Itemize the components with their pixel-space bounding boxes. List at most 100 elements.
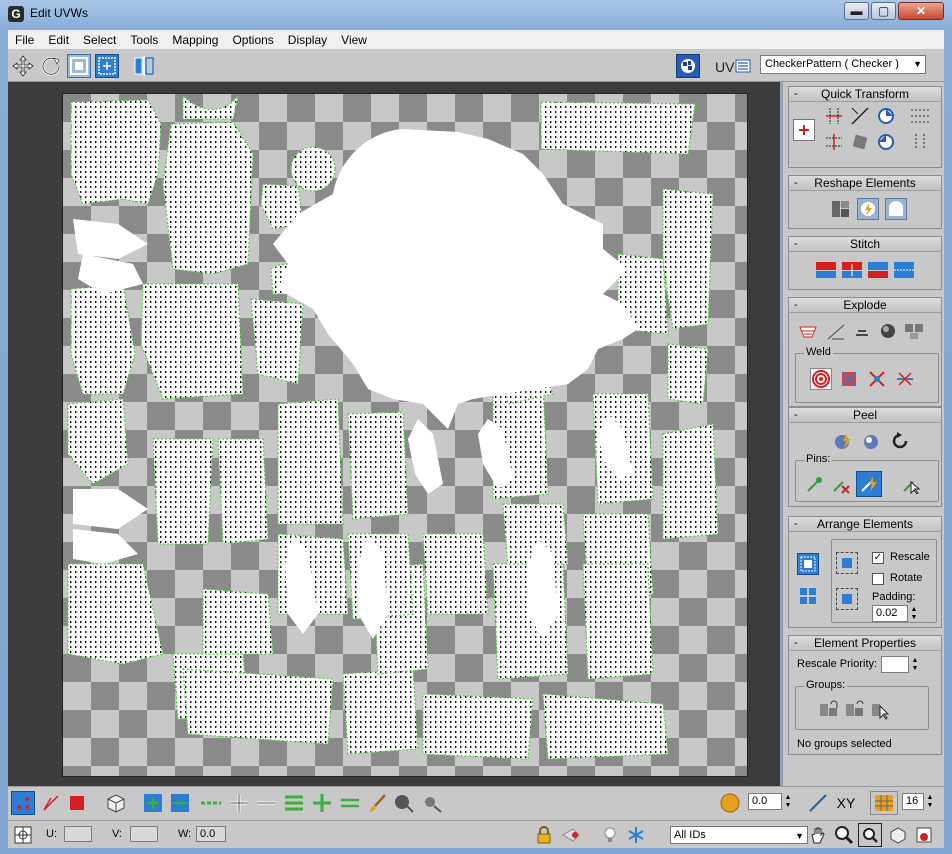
mirror-icon[interactable] <box>132 54 156 78</box>
straighten-selection-icon[interactable] <box>829 198 851 220</box>
ring-icon[interactable] <box>282 791 306 815</box>
rotate-90-cw-icon[interactable] <box>875 105 897 127</box>
texture-dropdown[interactable]: CheckerPattern ( Checker ) ▼ <box>760 55 926 74</box>
element-mode-icon[interactable] <box>104 791 128 815</box>
u-value-field[interactable] <box>64 826 92 842</box>
minimize-button[interactable]: ▬ <box>844 2 869 20</box>
scale-icon[interactable] <box>67 54 91 78</box>
grid-snap-icon[interactable] <box>870 791 898 815</box>
flatten-icon[interactable] <box>903 320 925 342</box>
menu-mapping[interactable]: Mapping <box>165 30 225 48</box>
spinner-arrows-icon[interactable]: ▲ ▼ <box>908 606 920 622</box>
quick-transform-header[interactable]: - Quick Transform <box>789 87 941 102</box>
align-dotted-icon[interactable] <box>909 105 931 127</box>
reshape-elements-header[interactable]: - Reshape Elements <box>789 176 941 191</box>
flatten-by-polygon-angle-icon[interactable] <box>825 320 847 342</box>
space-vertical-icon[interactable] <box>909 131 931 153</box>
grow-ring-icon[interactable] <box>310 791 334 815</box>
freeze-icon[interactable] <box>624 823 648 847</box>
arrange-elements-header[interactable]: - Arrange Elements <box>789 517 941 532</box>
list-icon[interactable] <box>734 54 752 78</box>
zoom-extents-selected-icon[interactable] <box>912 823 936 847</box>
hide-icon[interactable] <box>560 823 584 847</box>
light-bulb-icon[interactable] <box>598 823 622 847</box>
soft-selection-icon[interactable] <box>718 791 742 815</box>
loop-icon[interactable] <box>199 791 223 815</box>
close-button[interactable]: ✕ <box>898 2 944 20</box>
straighten-icon[interactable] <box>849 131 871 153</box>
stitch-custom-icon[interactable] <box>893 259 915 281</box>
align-horizontal-icon[interactable] <box>823 105 845 127</box>
menu-view[interactable]: View <box>334 30 374 48</box>
v-value-field[interactable] <box>130 826 158 842</box>
w-value-field[interactable]: 0.0 <box>196 826 226 842</box>
padding-spinner[interactable]: 0.02 ▲ ▼ <box>872 605 917 622</box>
maximize-button[interactable]: ▢ <box>871 2 896 20</box>
pelt-map-icon[interactable] <box>861 430 883 452</box>
weld-pair-icon[interactable] <box>894 368 916 390</box>
pack-custom-icon[interactable] <box>836 552 858 574</box>
zoom-extents-icon[interactable] <box>886 823 910 847</box>
flatten-by-smoothing-icon[interactable] <box>851 320 873 342</box>
auto-pin-icon[interactable] <box>856 471 882 497</box>
polygon-mode-icon[interactable] <box>65 791 89 815</box>
spinner-arrows-icon[interactable]: ▲ ▼ <box>909 657 921 673</box>
stitch-header[interactable]: - Stitch <box>789 237 941 252</box>
pack-custom-2-icon[interactable] <box>836 588 858 610</box>
shrink-loop-icon[interactable] <box>254 791 278 815</box>
stitch-average-icon[interactable] <box>841 259 863 281</box>
zoom-icon[interactable] <box>832 823 856 847</box>
rotate-icon[interactable] <box>39 54 63 78</box>
xy-axis-toggle[interactable]: XY <box>834 791 858 815</box>
pack-normalize-icon[interactable] <box>797 553 819 575</box>
move-icon[interactable] <box>11 54 35 78</box>
freeform-icon[interactable] <box>95 54 119 78</box>
pan-icon[interactable] <box>806 823 830 847</box>
edge-mode-icon[interactable] <box>39 791 63 815</box>
spinner-arrows-icon[interactable]: ▲ ▼ <box>924 794 936 810</box>
material-ids-dropdown[interactable]: All IDs ▼ <box>670 826 808 844</box>
rotate-checkbox[interactable] <box>872 573 884 585</box>
ungroup-selected-icon[interactable] <box>844 699 866 721</box>
grow-loop-icon[interactable] <box>227 791 251 815</box>
grow-selection-icon[interactable] <box>141 791 165 815</box>
relax-shape-icon[interactable] <box>885 198 907 220</box>
rescale-priority-spinner[interactable]: ▲ ▼ <box>881 656 918 673</box>
element-properties-header[interactable]: - Element Properties <box>789 636 941 651</box>
shrink-selection-icon[interactable] <box>168 791 192 815</box>
paint-shrink-icon[interactable] <box>420 791 444 815</box>
quick-peel-icon[interactable] <box>833 430 855 452</box>
set-pivot-icon[interactable] <box>793 119 815 141</box>
uv-editor-viewport[interactable] <box>8 82 780 786</box>
stitch-to-source-icon[interactable] <box>867 259 889 281</box>
align-diagonal-icon[interactable] <box>849 105 871 127</box>
weld-target-icon[interactable] <box>810 368 832 390</box>
select-group-icon[interactable] <box>870 699 892 721</box>
flatten-by-material-icon[interactable] <box>877 320 899 342</box>
shrink-ring-icon[interactable] <box>338 791 362 815</box>
uv-canvas[interactable] <box>62 93 748 777</box>
vertex-mode-icon[interactable] <box>11 791 35 815</box>
weld-threshold-icon[interactable] <box>866 368 888 390</box>
peel-header[interactable]: - Peel <box>789 408 941 423</box>
delete-pins-icon[interactable] <box>830 473 852 495</box>
reset-peel-icon[interactable] <box>889 430 911 452</box>
zoom-region-icon[interactable] <box>858 823 882 847</box>
weld-selected-icon[interactable] <box>838 368 860 390</box>
edge-distance-icon[interactable] <box>806 791 830 815</box>
absolute-offset-icon[interactable] <box>11 823 35 847</box>
grid-size-spinner[interactable]: 16 ▲ ▼ <box>902 793 933 810</box>
edit-pins-icon[interactable] <box>804 473 826 495</box>
rescale-checkbox[interactable]: ✓ <box>872 552 884 564</box>
uv-space-label[interactable]: UV <box>715 59 734 75</box>
align-vertical-icon[interactable] <box>823 131 845 153</box>
menu-display[interactable]: Display <box>281 30 334 48</box>
explode-header[interactable]: - Explode <box>789 298 941 313</box>
paint-grow-icon[interactable] <box>392 791 416 815</box>
break-icon[interactable] <box>797 320 819 342</box>
rotate-90-ccw-icon[interactable] <box>875 131 897 153</box>
spinner-arrows-icon[interactable]: ▲ ▼ <box>782 794 794 810</box>
menu-options[interactable]: Options <box>225 30 280 48</box>
pack-together-icon[interactable] <box>797 585 819 607</box>
select-pins-icon[interactable] <box>900 473 922 495</box>
